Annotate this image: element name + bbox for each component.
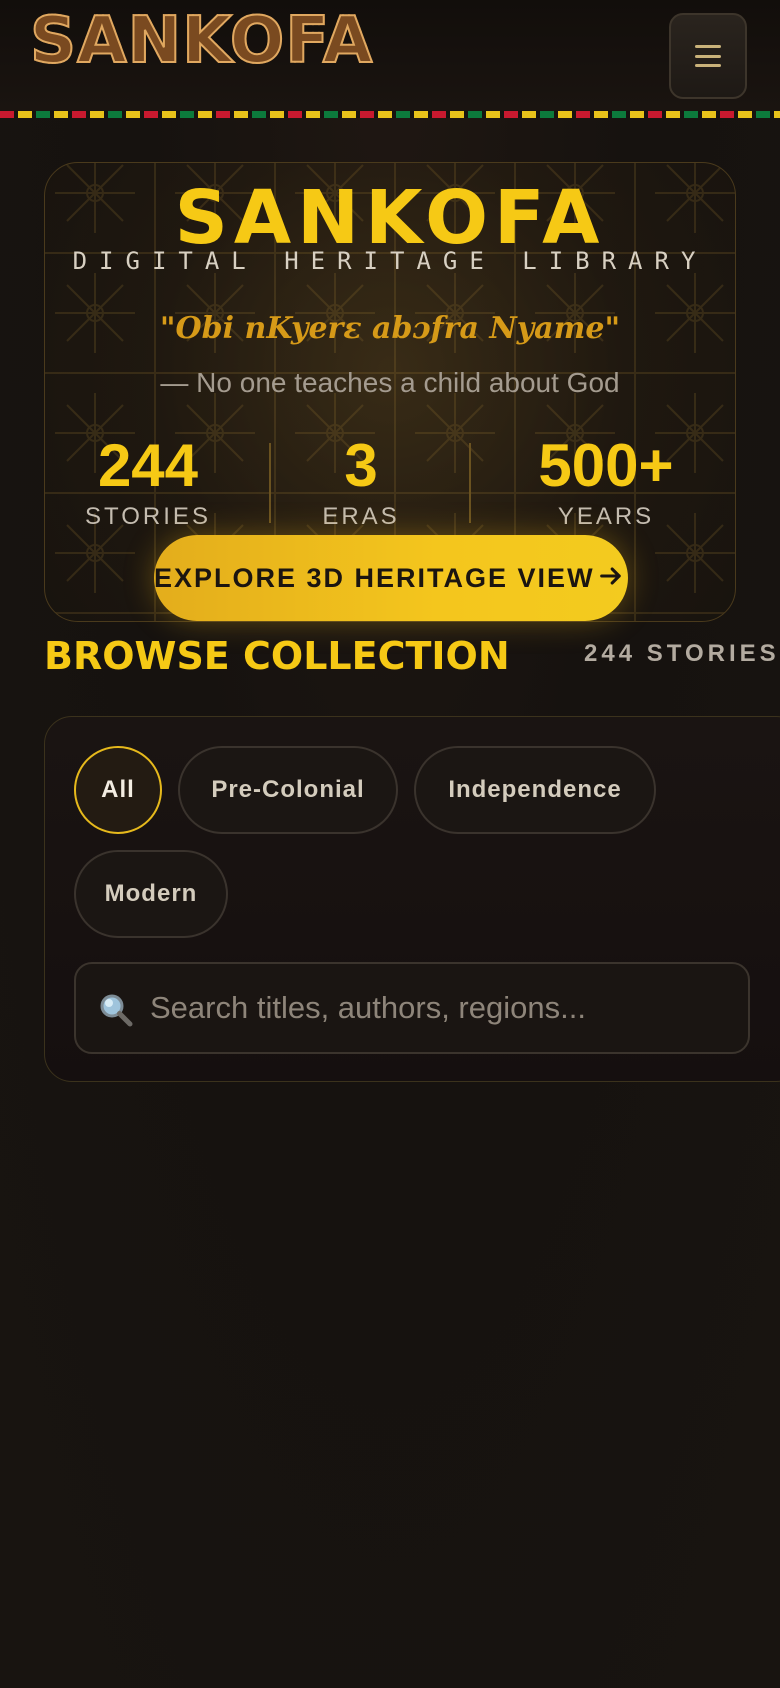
explore-3d-button[interactable]: EXPLORE 3D HERITAGE VIEW — [154, 535, 628, 621]
hero-proverb: "Obi nKyerɛ abɔfra Nyame" — [159, 311, 621, 346]
top-bar: SANKOFA — [0, 0, 780, 112]
search-box[interactable] — [74, 962, 750, 1054]
stat-years: 500+ YEARS — [475, 432, 735, 531]
menu-button[interactable] — [669, 13, 747, 99]
kente-divider — [0, 111, 780, 118]
filter-panel: All Pre-Colonial Independence Modern — [44, 716, 780, 1082]
hero-subtitle: DIGITAL HERITAGE LIBRARY — [72, 247, 708, 275]
hero-translation: — No one teaches a child about God — [160, 367, 620, 398]
stat-value: 244 — [97, 432, 199, 499]
stat-eras: 3 ERAS — [271, 433, 451, 531]
story-count: 244 STORIES — [584, 640, 780, 667]
section-title: BROWSE COLLECTION — [44, 634, 510, 678]
stat-label: STORIES — [85, 503, 211, 530]
arrow-right-icon — [600, 567, 621, 585]
stat-divider — [469, 443, 471, 523]
filter-chip-modern[interactable]: Modern — [74, 850, 228, 938]
hamburger-menu-icon — [695, 45, 721, 67]
filter-chip-all[interactable]: All — [74, 746, 162, 834]
stat-stories: 244 STORIES — [45, 433, 251, 531]
filter-chip-pre-colonial[interactable]: Pre-Colonial — [178, 746, 398, 834]
stat-value: 3 — [344, 432, 378, 499]
explore-button-label: EXPLORE 3D HERITAGE VIEW — [154, 563, 595, 593]
magnifier-icon — [100, 994, 133, 1027]
search-input[interactable] — [150, 964, 740, 1052]
stat-value: 500+ — [538, 432, 674, 499]
filter-chip-independence[interactable]: Independence — [414, 746, 656, 834]
stat-label: YEARS — [557, 503, 655, 530]
stat-label: ERAS — [322, 503, 400, 530]
logo[interactable]: SANKOFA — [29, 5, 373, 77]
